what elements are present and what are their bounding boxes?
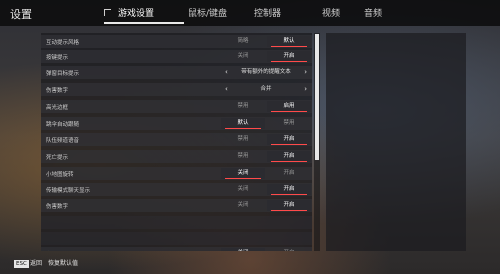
selector-value: 合并: [260, 86, 272, 92]
footer: ESC 返回 恢复默认值: [0, 258, 500, 274]
chevron-right-icon[interactable]: ›: [304, 84, 307, 95]
settings-panel: 互动提示风格 简略 默认 按键提示 关闭 开启 弹窗目标提示 ‹ 带有额外的提醒文本 › 伤害数字 ‹…: [41, 33, 312, 251]
setting-row: 传输模式聊天显示 关闭 开启: [41, 183, 312, 196]
setting-row: 弹窗目标提示 ‹ 带有额外的提醒文本 ›: [41, 66, 312, 79]
top-bar: 设置 游戏设置 鼠标/键盘 控制器 视频 音频: [0, 0, 500, 26]
setting-row: 旁白声音 关闭开启: [41, 247, 312, 251]
active-tab-underline: [104, 22, 184, 24]
setting-label: 互动提示风格: [46, 40, 80, 46]
setting-label: 按键提示: [46, 55, 69, 61]
setting-label: 旁白声音: [46, 250, 68, 251]
setting-label: 弹窗目标提示: [46, 71, 80, 77]
setting-label: 死亡提示: [46, 155, 69, 161]
setting-label: 跳伞自动跟随: [46, 122, 80, 128]
setting-option-left[interactable]: 禁用: [221, 101, 265, 112]
tab-mouse-keyboard[interactable]: 鼠标/键盘: [188, 6, 227, 19]
chevron-left-icon[interactable]: ‹: [225, 84, 228, 95]
setting-option-left[interactable]: 禁用: [221, 151, 265, 162]
setting-option-left[interactable]: 关闭: [221, 184, 265, 195]
setting-row: 高光边框 禁用 启用: [41, 100, 312, 113]
setting-label: 伤害数字: [46, 204, 69, 210]
selector-value: 带有额外的提醒文本: [241, 69, 291, 75]
tab-audio[interactable]: 音频: [364, 6, 382, 19]
setting-label: 小地图旋转: [46, 172, 74, 178]
setting-row: 跳伞自动跟随 默认 禁用: [41, 117, 312, 130]
setting-row: 按键提示 关闭 开启: [41, 50, 312, 63]
setting-selector[interactable]: ‹ 带有额外的提醒文本 ›: [221, 67, 311, 78]
tab-prev-bracket-icon: [104, 9, 111, 16]
scrollbar-thumb[interactable]: [315, 34, 319, 160]
setting-option-right[interactable]: 开启: [267, 151, 311, 162]
setting-option-right[interactable]: 开启: [267, 200, 311, 211]
setting-option-right[interactable]: 开启: [267, 184, 311, 195]
setting-row: 伤害数字 ‹ 合并 ›: [41, 83, 312, 96]
setting-option-left[interactable]: 关闭: [221, 200, 265, 211]
tab-video[interactable]: 视频: [322, 6, 340, 19]
restore-defaults-button[interactable]: 恢复默认值: [48, 260, 78, 268]
tab-game-settings[interactable]: 游戏设置: [118, 6, 154, 19]
setting-option-right[interactable]: 默认: [267, 36, 311, 47]
setting-row: 死亡提示 禁用 开启: [41, 150, 312, 163]
setting-option-right[interactable]: 开启: [267, 168, 311, 179]
setting-option-left[interactable]: 关闭: [221, 168, 265, 179]
setting-label: 传输模式聊天显示: [46, 188, 91, 194]
setting-label: 高光边框: [46, 105, 69, 111]
page-title: 设置: [10, 8, 32, 21]
setting-option-left[interactable]: 简略: [221, 36, 265, 47]
setting-row: 队伍频道语音 禁用 开启: [41, 133, 312, 146]
setting-option-left[interactable]: 关闭: [221, 51, 265, 62]
setting-row: [41, 232, 312, 245]
setting-row: [41, 216, 312, 229]
setting-option-right[interactable]: 开启: [267, 248, 311, 251]
description-panel: [326, 33, 466, 251]
setting-option-right[interactable]: 禁用: [267, 118, 311, 129]
setting-row: 伤害数字 关闭 开启: [41, 199, 312, 212]
setting-row: 互动提示风格 简略 默认: [41, 35, 312, 48]
setting-option-left[interactable]: 关闭: [221, 248, 265, 251]
setting-option-left[interactable]: 禁用: [221, 134, 265, 145]
tab-controller[interactable]: 控制器: [254, 6, 281, 19]
setting-option-left[interactable]: 默认: [221, 118, 265, 129]
setting-row: 小地图旋转 关闭 开启: [41, 167, 312, 180]
setting-option-right[interactable]: 开启: [267, 51, 311, 62]
setting-label: 伤害数字: [46, 88, 69, 94]
setting-option-right[interactable]: 启用: [267, 101, 311, 112]
chevron-right-icon[interactable]: ›: [304, 67, 307, 78]
esc-key-icon: ESC: [14, 260, 29, 268]
setting-option-right[interactable]: 开启: [267, 134, 311, 145]
chevron-left-icon[interactable]: ‹: [225, 67, 228, 78]
back-button[interactable]: 返回: [30, 260, 42, 268]
setting-label: 队伍频道语音: [46, 138, 80, 144]
setting-selector[interactable]: ‹ 合并 ›: [221, 84, 311, 95]
